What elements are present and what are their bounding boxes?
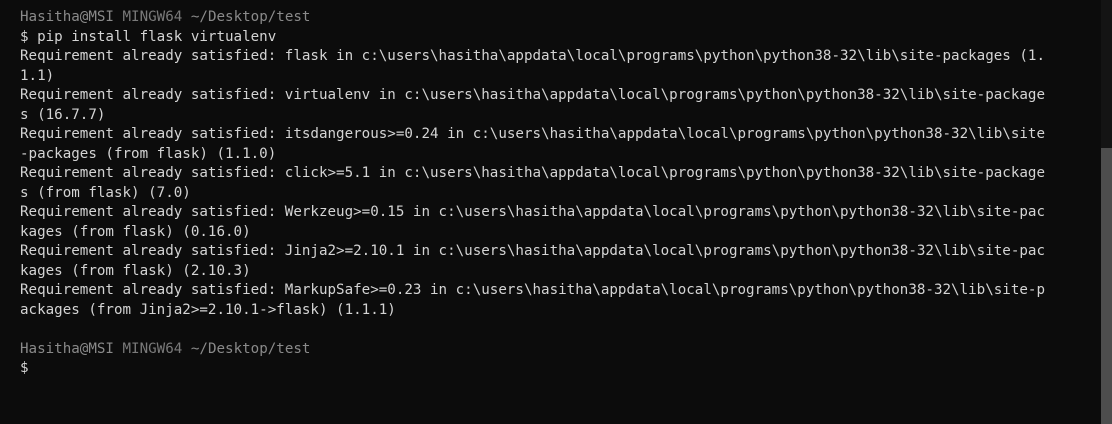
prompt-user-host: Hasitha@MSI — [20, 340, 114, 357]
output-line: Requirement already satisfied: MarkupSaf… — [20, 282, 1045, 298]
output-line: Requirement already satisfied: Jinja2>=2… — [20, 243, 1045, 259]
vertical-scrollbar[interactable] — [1101, 0, 1112, 424]
prompt-user-host: Hasitha@MSI — [20, 9, 114, 25]
output-line: kages (from flask) (2.10.3) — [20, 262, 251, 279]
output-line: ackages (from Jinja2>=2.10.1->flask) (1.… — [20, 301, 396, 318]
input-prompt: $ — [20, 360, 29, 376]
prompt-line: Hasitha@MSI MINGW64 ~/Desktop/test — [20, 8, 1112, 28]
output-line: Requirement already satisfied: itsdanger… — [20, 126, 1045, 142]
prompt-env: MINGW64 — [122, 9, 183, 25]
terminal-window[interactable]: Hasitha@MSI MINGW64 ~/Desktop/test $ pip… — [0, 0, 1112, 424]
output-line: s (from flask) (7.0) — [20, 184, 191, 201]
prompt-path: ~/Desktop/test — [190, 9, 311, 25]
prompt-path: ~/Desktop/test — [190, 340, 311, 357]
output-line: 1.1) — [20, 67, 55, 84]
output-line: kages (from flask) (0.16.0) — [20, 223, 251, 240]
output-line: -packages (from flask) (1.1.0) — [20, 145, 277, 162]
prompt-line: Hasitha@MSI MINGW64 ~/Desktop/test — [20, 340, 1112, 360]
output-line: Requirement already satisfied: click>=5.… — [20, 165, 1045, 181]
output-line: Requirement already satisfied: Werkzeug>… — [20, 204, 1045, 220]
command-line: $ pip install flask virtualenv — [20, 28, 277, 45]
scrollbar-thumb[interactable] — [1101, 148, 1112, 424]
output-line: Requirement already satisfied: virtualen… — [20, 87, 1045, 103]
output-line: Requirement already satisfied: flask in … — [20, 48, 1045, 64]
prompt-env: MINGW64 — [122, 340, 183, 357]
output-line: s (16.7.7) — [20, 106, 106, 123]
input-line[interactable]: $ — [20, 359, 1112, 379]
